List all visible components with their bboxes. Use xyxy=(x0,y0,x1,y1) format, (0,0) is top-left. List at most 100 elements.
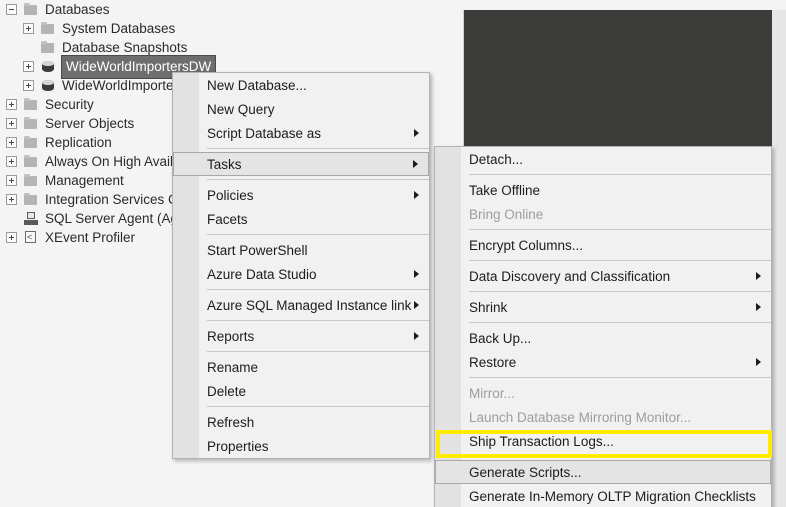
menu-separator xyxy=(207,234,429,235)
menu-item-new-database[interactable]: New Database... xyxy=(173,73,429,97)
menu-separator xyxy=(469,174,771,175)
collapse-minus-icon[interactable] xyxy=(6,4,17,15)
expand-plus-icon[interactable] xyxy=(6,99,17,110)
menu-item-mirror: Mirror... xyxy=(435,381,771,405)
folder-icon xyxy=(40,40,56,55)
menu-item-rename[interactable]: Rename xyxy=(173,355,429,379)
db-icon xyxy=(40,59,56,74)
menu-separator xyxy=(207,351,429,352)
menu-item-delete[interactable]: Delete xyxy=(173,379,429,403)
menu-item-azure-data-studio[interactable]: Azure Data Studio xyxy=(173,262,429,286)
menu-items-container: New Database... New Query Script Database … xyxy=(173,73,429,458)
tree-item-system-databases[interactable]: System Databases xyxy=(0,19,466,38)
menu-item-label: Generate In-Memory OLTP Migration Checkl… xyxy=(469,488,756,504)
folder-icon xyxy=(23,173,39,188)
expand-plus-icon[interactable] xyxy=(6,194,17,205)
menu-separator xyxy=(469,377,771,378)
menu-separator xyxy=(207,148,429,149)
menu-item-label: Take Offline xyxy=(469,182,541,198)
submenu-arrow-icon xyxy=(414,191,419,199)
tasks-submenu[interactable]: Detach... Take Offline Bring Online Encrypt… xyxy=(434,146,772,507)
menu-item-label: Reports xyxy=(207,328,255,344)
menu-item-properties[interactable]: Properties xyxy=(173,434,429,458)
menu-item-encrypt-columns[interactable]: Encrypt Columns... xyxy=(435,233,771,257)
menu-item-label: Facets xyxy=(207,211,248,227)
menu-item-ship-transaction-logs[interactable]: Ship Transaction Logs... xyxy=(435,429,771,453)
menu-item-label: Delete xyxy=(207,383,247,399)
submenu-arrow-icon xyxy=(414,332,419,340)
expand-plus-icon[interactable] xyxy=(6,175,17,186)
tree-item-databases[interactable]: Databases xyxy=(0,0,466,19)
menu-item-label: Launch Database Mirroring Monitor... xyxy=(469,409,692,425)
menu-item-facets[interactable]: Facets xyxy=(173,207,429,231)
tree-item-label: Databases xyxy=(45,2,110,17)
tree-item-database-snapshots[interactable]: Database Snapshots xyxy=(0,38,466,57)
menu-item-label: New Database... xyxy=(207,77,307,93)
submenu-arrow-icon xyxy=(756,272,761,280)
menu-item-script-database-as[interactable]: Script Database as xyxy=(173,121,429,145)
menu-item-label: Ship Transaction Logs... xyxy=(469,433,614,449)
menu-item-start-powershell[interactable]: Start PowerShell xyxy=(173,238,429,262)
db-icon xyxy=(40,78,56,93)
menu-item-label: Script Database as xyxy=(207,125,322,141)
menu-item-label: Azure SQL Managed Instance link xyxy=(207,297,412,313)
menu-item-take-offline[interactable]: Take Offline xyxy=(435,178,771,202)
tree-item-label: Replication xyxy=(45,135,112,150)
tree-item-label: Management xyxy=(45,173,124,188)
menu-separator xyxy=(469,260,771,261)
menu-item-refresh[interactable]: Refresh xyxy=(173,410,429,434)
submenu-arrow-icon xyxy=(413,160,418,168)
menu-item-restore[interactable]: Restore xyxy=(435,350,771,374)
expand-plus-icon[interactable] xyxy=(23,23,34,34)
menu-separator xyxy=(469,322,771,323)
agent-icon xyxy=(23,211,39,226)
menu-item-label: Mirror... xyxy=(469,385,515,401)
screenshot-root: Databases System Databases Database Snapsh… xyxy=(0,0,786,507)
submenu-arrow-icon xyxy=(756,303,761,311)
menu-item-back-up[interactable]: Back Up... xyxy=(435,326,771,350)
menu-item-label: Policies xyxy=(207,187,254,203)
tree-item-label: XEvent Profiler xyxy=(45,230,136,245)
menu-separator xyxy=(207,179,429,180)
menu-item-reports[interactable]: Reports xyxy=(173,324,429,348)
menu-item-label: Properties xyxy=(207,438,269,454)
menu-item-label: Back Up... xyxy=(469,330,532,346)
database-context-menu[interactable]: New Database... New Query Script Database … xyxy=(172,72,430,459)
expand-plus-icon[interactable] xyxy=(6,118,17,129)
editor-vertical-scrollbar[interactable] xyxy=(772,10,786,507)
menu-item-azure-sql-managed-instance-link[interactable]: Azure SQL Managed Instance link xyxy=(173,293,429,317)
expand-plus-icon[interactable] xyxy=(23,61,34,72)
expand-plus-icon[interactable] xyxy=(6,137,17,148)
menu-item-label: Refresh xyxy=(207,414,255,430)
menu-item-policies[interactable]: Policies xyxy=(173,183,429,207)
menu-item-label: Encrypt Columns... xyxy=(469,237,584,253)
menu-item-generate-in-memory-oltp-migration-checklists[interactable]: Generate In-Memory OLTP Migration Checkl… xyxy=(435,484,771,507)
menu-item-label: Azure Data Studio xyxy=(207,266,317,282)
menu-item-label: Shrink xyxy=(469,299,508,315)
menu-item-tasks[interactable]: Tasks xyxy=(173,152,429,176)
menu-item-shrink[interactable]: Shrink xyxy=(435,295,771,319)
expand-plus-icon[interactable] xyxy=(6,156,17,167)
menu-item-new-query[interactable]: New Query xyxy=(173,97,429,121)
menu-item-label: Data Discovery and Classification xyxy=(469,268,671,284)
submenu-items-container: Detach... Take Offline Bring Online Encrypt… xyxy=(435,147,771,507)
tree-item-label: Server Objects xyxy=(45,116,135,131)
menu-item-label: Detach... xyxy=(469,151,524,167)
menu-item-label: Rename xyxy=(207,359,259,375)
menu-item-detach[interactable]: Detach... xyxy=(435,147,771,171)
submenu-arrow-icon xyxy=(414,301,419,309)
menu-item-label: Bring Online xyxy=(469,206,544,222)
xevent-icon xyxy=(23,230,39,245)
menu-item-label: Start PowerShell xyxy=(207,242,308,258)
expander-spacer-icon xyxy=(23,42,34,53)
menu-item-data-discovery-and-classification[interactable]: Data Discovery and Classification xyxy=(435,264,771,288)
folder-icon xyxy=(40,21,56,36)
expand-plus-icon[interactable] xyxy=(6,232,17,243)
expand-plus-icon[interactable] xyxy=(23,80,34,91)
folder-icon xyxy=(23,135,39,150)
menu-item-label: New Query xyxy=(207,101,275,117)
menu-separator xyxy=(469,291,771,292)
menu-item-generate-scripts[interactable]: Generate Scripts... xyxy=(435,460,771,484)
expander-spacer-icon xyxy=(6,213,17,224)
menu-separator xyxy=(207,406,429,407)
